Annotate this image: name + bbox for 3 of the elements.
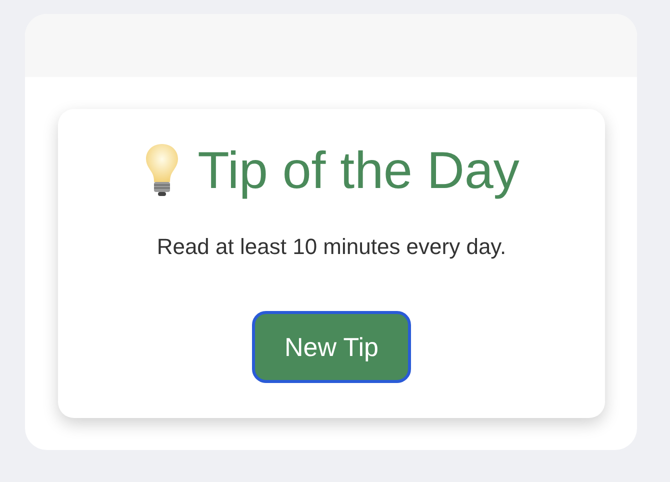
tip-text: Read at least 10 minutes every day.	[156, 233, 506, 261]
new-tip-button[interactable]: New Tip	[252, 311, 411, 383]
card-title: Tip of the Day	[198, 145, 520, 197]
